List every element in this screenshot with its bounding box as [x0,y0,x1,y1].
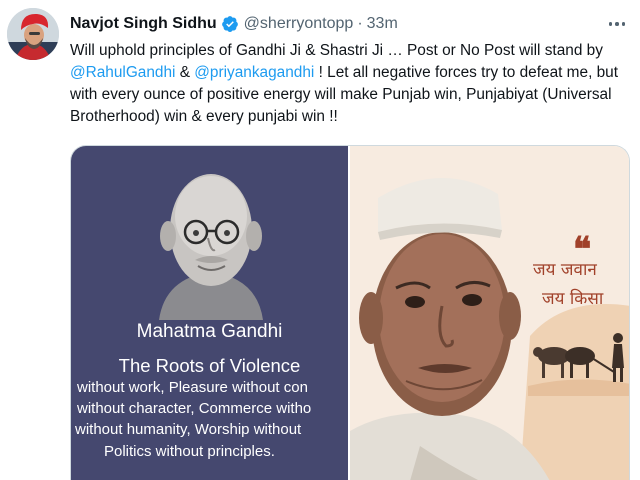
caption-name: Mahatma Gandhi [136,321,283,342]
media-image-shastri[interactable]: ❝ जय जवान जय किसा [350,146,629,480]
tweet[interactable]: Navjot Singh Sidhu @sherryontopp · 33m W… [0,0,640,480]
slogan-line-1: जय जवान [533,260,597,280]
timestamp[interactable]: 33m [367,15,398,33]
separator-dot: · [357,15,363,32]
mention-link[interactable]: @priyankagandhi [194,64,314,81]
caption-title: The Roots of Violence [118,355,301,376]
farmer-plough-illustration [528,333,629,396]
verified-badge-icon [221,16,238,32]
more-options-icon[interactable] [604,14,630,34]
caption-line: without character, Commerce witho [77,400,312,417]
caption-line: without humanity, Worship without [75,421,302,438]
tweet-text-segment: Will uphold principles of Gandhi Ji & Sh… [70,42,603,59]
shastri-portrait [350,177,629,480]
tweet-header: Navjot Singh Sidhu @sherryontopp · 33m [70,13,398,35]
caption-line: Politics without principles. [104,443,275,460]
mention-link[interactable]: @RahulGandhi [70,64,175,81]
media-image-gandhi[interactable]: Mahatma Gandhi The Roots of Violence wit… [71,146,348,480]
slogan-line-2: जय किसा [542,289,604,309]
avatar[interactable] [7,8,59,60]
caption-line: without work, Pleasure without con [77,379,308,396]
tweet-media[interactable]: Mahatma Gandhi The Roots of Violence wit… [70,145,630,480]
display-name[interactable]: Navjot Singh Sidhu [70,15,217,33]
avatar-photo [7,8,59,60]
tweet-text: Will uphold principles of Gandhi Ji & Sh… [70,40,635,128]
handle[interactable]: @sherryontopp [244,15,354,33]
tweet-text-segment: & [175,64,195,81]
gandhi-portrait [159,174,263,320]
